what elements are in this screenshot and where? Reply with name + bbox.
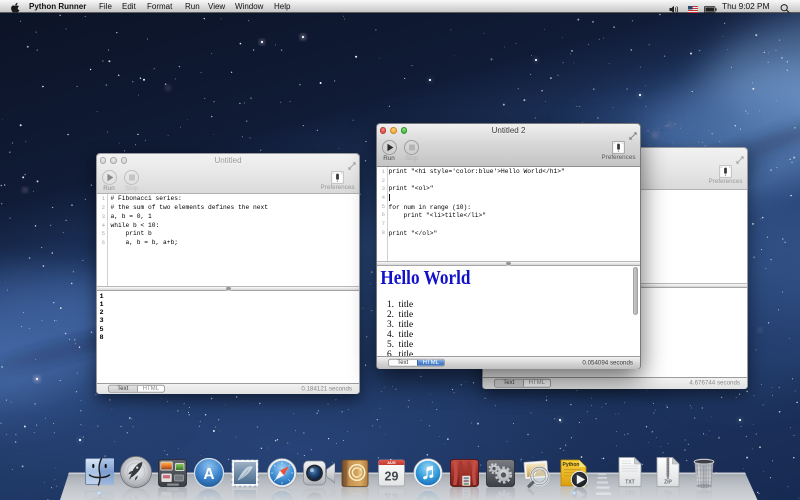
svg-text:Python: Python [563,462,580,468]
svg-text:AUG: AUG [387,461,395,465]
svg-text:ZIP: ZIP [664,480,672,486]
svg-text:TXT: TXT [625,480,634,486]
svg-text:A: A [203,465,214,482]
svg-text:29: 29 [384,470,398,484]
